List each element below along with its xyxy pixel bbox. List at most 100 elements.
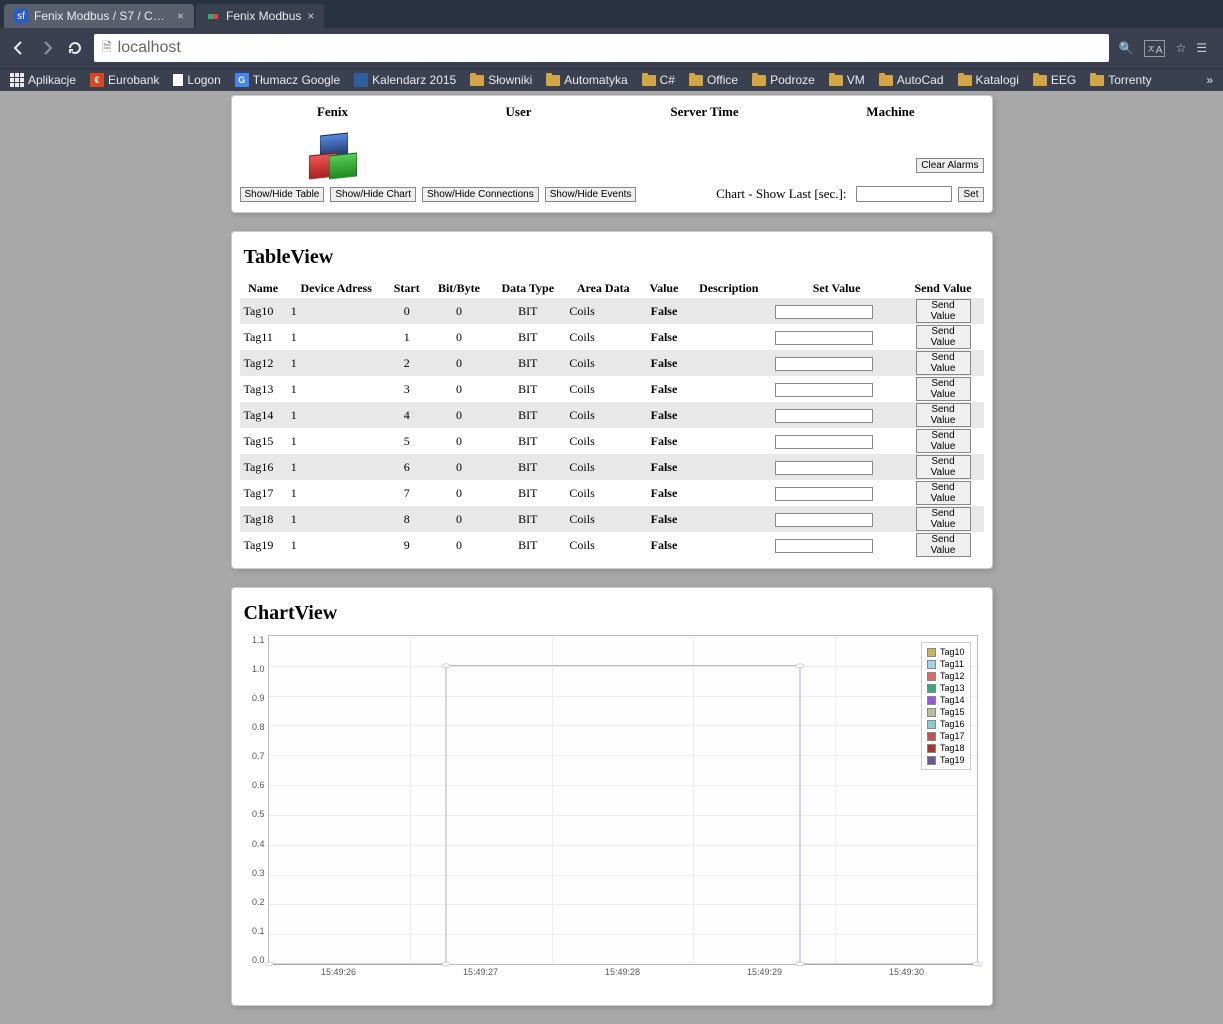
send-value-button[interactable]: Send Value [916,377,971,401]
bookmark-item[interactable]: Podroze [752,73,815,87]
header-label: Fenix [317,104,348,119]
bookmark-item[interactable]: Office [689,73,738,87]
send-value-button[interactable]: Send Value [916,299,971,323]
table-cell: 1 [287,454,386,480]
forward-icon[interactable] [38,39,56,57]
send-value-button[interactable]: Send Value [916,351,971,375]
send-value-button[interactable]: Send Value [916,429,971,453]
legend-label: Tag18 [940,742,965,754]
bookmark-label: AutoCad [897,73,944,87]
set-value-input[interactable] [775,305,873,319]
send-value-button[interactable]: Send Value [916,403,971,427]
table-cell: False [641,480,687,506]
url-bar[interactable]: 🗎 localhost [94,34,1109,62]
bookmark-item[interactable]: Logon [173,73,220,87]
bookmark-item[interactable]: Kalendarz 2015 [354,73,456,87]
table-header: Device Adress [287,279,386,298]
bookmark-item[interactable]: €Eurobank [90,73,159,87]
series-line [269,666,977,964]
set-value-input[interactable] [775,409,873,423]
chartview-panel: ChartView 1.11.00.90.80.70.60.50.40.30.2… [231,587,993,1006]
send-value-button[interactable]: Send Value [916,507,971,531]
table-cell: 3 [386,376,428,402]
bookmarks-overflow-icon[interactable]: » [1206,73,1213,87]
menu-icon[interactable]: ☰ [1196,41,1207,55]
browser-tab[interactable]: sf Fenix Modbus / S7 / Categ × [4,4,194,28]
back-icon[interactable] [10,39,28,57]
close-icon[interactable]: × [177,9,184,23]
bookmark-item[interactable]: Słowniki [470,73,532,87]
set-button[interactable]: Set [958,187,983,202]
table-cell: Send Value [903,428,984,454]
table-cell: 9 [386,532,428,558]
bookmark-label: Office [707,73,738,87]
legend-item: Tag13 [927,682,965,694]
send-value-button[interactable]: Send Value [916,533,971,557]
send-value-button[interactable]: Send Value [916,455,971,479]
zoom-icon[interactable]: 🔍 [1119,41,1134,55]
send-value-button[interactable]: Send Value [916,325,971,349]
table-cell [687,428,771,454]
bookmark-item[interactable]: GTłumacz Google [235,73,340,87]
star-icon[interactable]: ☆ [1175,41,1186,55]
bookmark-item[interactable]: C# [642,73,675,87]
folder-icon [1033,75,1047,86]
browser-tab[interactable]: Fenix Modbus × [196,4,324,28]
bookmark-label: Aplikacje [28,73,76,87]
set-value-input[interactable] [775,513,873,527]
series-point [441,962,449,966]
close-icon[interactable]: × [307,9,314,23]
chart-last-input[interactable] [856,186,952,202]
bookmark-item[interactable]: Torrenty [1090,73,1151,87]
bookmark-label: Logon [187,73,220,87]
reload-icon[interactable] [66,39,84,57]
set-value-input[interactable] [775,357,873,371]
toggle-table-button[interactable]: Show/Hide Table [240,187,325,202]
set-value-input[interactable] [775,435,873,449]
send-value-button[interactable]: Send Value [916,481,971,505]
table-cell: Tag16 [240,454,287,480]
table-cell: Send Value [903,298,984,324]
bookmark-item[interactable]: VM [829,73,865,87]
y-axis: 1.11.00.90.80.70.60.50.40.30.20.10.0 [246,635,268,965]
legend-item: Tag15 [927,706,965,718]
toggle-connections-button[interactable]: Show/Hide Connections [422,187,539,202]
set-value-input[interactable] [775,539,873,553]
set-value-input[interactable] [775,461,873,475]
table-cell: False [641,376,687,402]
bookmark-item[interactable]: EEG [1033,73,1076,87]
translate-icon[interactable]: ㅈA [1144,40,1166,57]
toggle-events-button[interactable]: Show/Hide Events [545,187,637,202]
apps-icon [10,73,24,87]
table-cell: 8 [386,506,428,532]
table-cell: Send Value [903,480,984,506]
legend-swatch-icon [927,708,936,717]
bookmark-label: Podroze [770,73,815,87]
table-header: Name [240,279,287,298]
bookmark-item[interactable]: Aplikacje [10,73,76,87]
toggle-chart-button[interactable]: Show/Hide Chart [330,187,416,202]
table-cell: 0 [428,506,490,532]
table-cell: BIT [490,402,565,428]
y-tick: 0.3 [252,868,265,878]
table-cell: Tag10 [240,298,287,324]
table-cell: 1 [287,428,386,454]
navigation-bar: 🗎 localhost 🔍 ㅈA ☆ ☰ [0,28,1223,68]
chart-wrap: 1.11.00.90.80.70.60.50.40.30.20.10.0 Tag… [246,635,978,977]
table-cell: Coils [565,506,641,532]
bookmark-item[interactable]: AutoCad [879,73,944,87]
legend-item: Tag10 [927,646,965,658]
table-cell [771,480,903,506]
bookmark-item[interactable]: Automatyka [546,73,627,87]
set-value-input[interactable] [775,383,873,397]
header-label: Server Time [670,104,738,119]
y-tick: 0.0 [252,955,265,965]
set-value-input[interactable] [775,487,873,501]
table-cell: 1 [287,532,386,558]
bookmark-item[interactable]: Katalogi [958,73,1019,87]
legend-label: Tag11 [940,658,964,670]
header-col-machine: Machine Clear Alarms [798,100,984,178]
table-cell: 7 [386,480,428,506]
set-value-input[interactable] [775,331,873,345]
clear-alarms-button[interactable]: Clear Alarms [916,158,983,173]
